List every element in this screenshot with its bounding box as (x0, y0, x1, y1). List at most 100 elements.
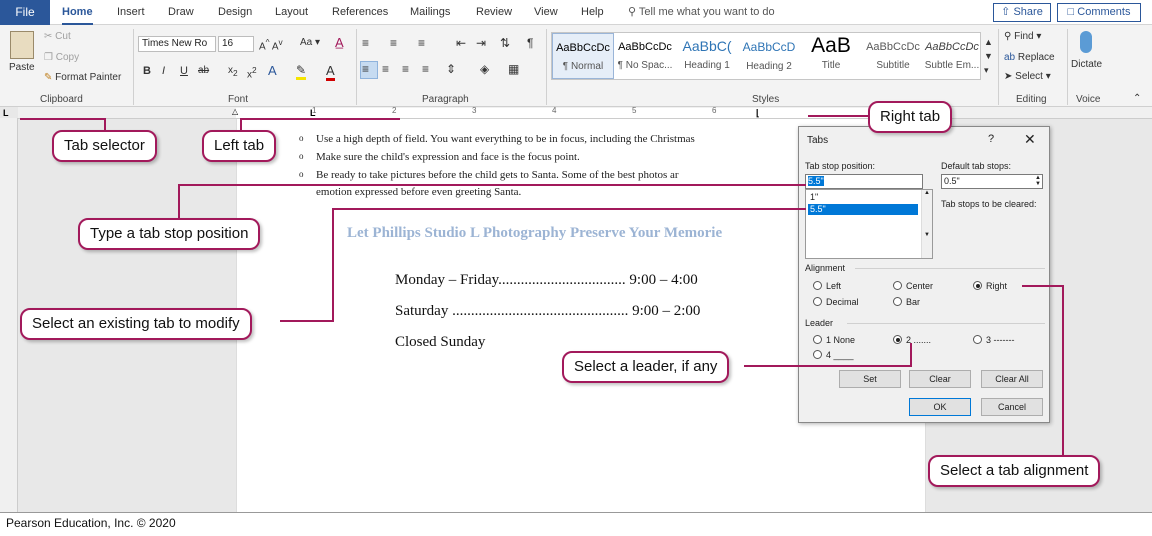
sort-icon[interactable]: ⇅ (500, 36, 510, 50)
radio-left[interactable] (813, 281, 822, 290)
tab-home[interactable]: Home (62, 0, 93, 25)
bold-icon[interactable]: B (143, 65, 151, 77)
radio-leader-dashes[interactable] (973, 335, 982, 344)
font-color-icon[interactable]: A (326, 63, 335, 81)
align-right-icon[interactable]: ≡ (402, 62, 409, 76)
styles-gallery: AaBbCcDc ¶ Normal AaBbCcDc ¶ No Spac... … (551, 32, 981, 80)
tab-layout[interactable]: Layout (275, 0, 308, 25)
list-item[interactable]: 5.5" (808, 204, 918, 215)
style-subtitle[interactable]: AaBbCcDc Subtitle (862, 33, 924, 79)
callout-tab-selector: Tab selector (52, 130, 157, 162)
paste-icon[interactable] (10, 31, 34, 59)
superscript-icon[interactable]: x2 (247, 65, 257, 80)
change-case-icon[interactable]: Aa ▾ (300, 37, 320, 48)
gallery-scroll-icon[interactable]: ▲ ▼ ▾ (984, 35, 993, 77)
tab-review[interactable]: Review (476, 0, 512, 25)
tab-insert[interactable]: Insert (117, 0, 145, 25)
style-no-spacing[interactable]: AaBbCcDc ¶ No Spac... (614, 33, 676, 79)
pilcrow-icon[interactable]: ¶ (527, 36, 533, 50)
format-painter-button[interactable]: ✎ Format Painter (44, 72, 121, 83)
group-label-voice: Voice (1076, 94, 1101, 105)
clear-all-button[interactable]: Clear All (981, 370, 1043, 388)
tab-draw[interactable]: Draw (168, 0, 194, 25)
radio-leader-underline[interactable] (813, 350, 822, 359)
multilevel-list-icon[interactable]: ≡ (418, 36, 425, 50)
tab-mailings[interactable]: Mailings (410, 0, 450, 25)
paste-button[interactable]: Paste (9, 62, 35, 73)
share-button[interactable]: ⇧ Share (993, 3, 1051, 22)
callout-right-tab: Right tab (868, 101, 953, 133)
spinner-icon[interactable]: ▲ ▼ (1035, 175, 1041, 187)
right-tab-marker[interactable]: ⌊ (756, 108, 760, 119)
radio-bar[interactable] (893, 297, 902, 306)
subscript-icon[interactable]: x2 (228, 65, 238, 78)
clear-button[interactable]: Clear (909, 370, 971, 388)
style-heading-2[interactable]: AaBbCcD Heading 2 (738, 33, 800, 79)
style-preview: AaBbC( (682, 38, 732, 54)
style-name: Heading 2 (746, 61, 792, 72)
horizontal-ruler[interactable]: 1 2 3 4 5 6 L ⌊ △ (18, 106, 1152, 119)
style-normal[interactable]: AaBbCcDc ¶ Normal (552, 33, 614, 79)
list-item-continuation: emotion expressed before even greeting S… (316, 186, 522, 198)
copy-button[interactable]: ❐ Copy (44, 52, 79, 63)
cut-button[interactable]: ✂ Cut (44, 31, 71, 42)
strikethrough-icon[interactable]: ab (198, 65, 209, 76)
style-subtle-emphasis[interactable]: AaBbCcDc Subtle Em... (924, 33, 980, 79)
microphone-icon[interactable] (1080, 31, 1092, 53)
select-button[interactable]: ➤ Select ▾ (1004, 71, 1051, 82)
close-icon[interactable]: ✕ (1024, 131, 1036, 148)
align-left-icon: ≡ (362, 62, 370, 76)
grow-font-icon[interactable]: A^ Av (259, 37, 283, 52)
tab-stop-position-input[interactable]: 5.5" (805, 174, 923, 189)
dictate-button[interactable]: Dictate (1071, 59, 1102, 70)
help-icon[interactable]: ? (988, 133, 994, 145)
comments-button[interactable]: □ Comments (1057, 3, 1141, 22)
font-name-combo[interactable]: Times New Ro (138, 36, 216, 52)
ok-button[interactable]: OK (909, 398, 971, 416)
cancel-button[interactable]: Cancel (981, 398, 1043, 416)
increase-indent-icon[interactable]: ⇥ (476, 36, 486, 50)
cursor-icon: ➤ (1004, 71, 1013, 82)
tab-references[interactable]: References (332, 0, 388, 25)
radio-right[interactable] (973, 281, 982, 290)
shading-icon[interactable]: ◈ (480, 62, 489, 76)
decrease-indent-icon[interactable]: ⇤ (456, 36, 466, 50)
tab-stop-list[interactable]: 1" 5.5" ▲ ▼ (805, 189, 933, 259)
tab-view[interactable]: View (534, 0, 558, 25)
radio-leader-none[interactable] (813, 335, 822, 344)
tell-me-box[interactable]: ⚲ Tell me what you want to do (628, 0, 775, 25)
tab-help[interactable]: Help (581, 0, 604, 25)
chevron-down-icon: ▾ (1045, 71, 1051, 82)
default-tab-stops-input[interactable]: 0.5" ▲ ▼ (941, 174, 1043, 189)
replace-button[interactable]: ab Replace (1004, 52, 1055, 63)
scrollbar[interactable]: ▲ ▼ (921, 190, 932, 258)
line-spacing-icon[interactable]: ⇕ (446, 62, 456, 76)
list-item[interactable]: 1" (808, 192, 918, 203)
collapse-ribbon-icon[interactable]: ⌃ (1133, 93, 1141, 104)
radio-leader-none-label: 1 None (826, 335, 856, 345)
borders-icon[interactable]: ▦ (508, 62, 519, 76)
text-effects-icon[interactable]: A (268, 63, 277, 78)
tab-file[interactable]: File (0, 0, 50, 25)
numbering-icon[interactable]: ≡ (390, 36, 397, 50)
tab-selector-button[interactable]: L (3, 108, 15, 118)
font-size-combo[interactable]: 16 (218, 36, 254, 52)
set-button[interactable]: Set (839, 370, 901, 388)
left-tab-marker[interactable]: L (310, 108, 316, 118)
tab-design[interactable]: Design (218, 0, 252, 25)
style-heading-1[interactable]: AaBbC( Heading 1 (676, 33, 738, 79)
find-button[interactable]: ⚲ Find ▾ (1004, 31, 1041, 42)
radio-decimal[interactable] (813, 297, 822, 306)
bullets-icon[interactable]: ≡ (362, 36, 369, 50)
italic-icon[interactable]: I (162, 65, 165, 77)
clear-formatting-icon[interactable]: A̲ (335, 35, 344, 50)
radio-leader-dots[interactable] (893, 335, 902, 344)
style-title[interactable]: AaB Title (800, 33, 862, 79)
highlight-icon[interactable]: ✎ (296, 63, 307, 80)
underline-icon[interactable]: U (180, 65, 188, 77)
radio-center[interactable] (893, 281, 902, 290)
align-center-icon[interactable]: ≡ (382, 62, 389, 76)
style-name: ¶ No Spac... (617, 60, 673, 71)
indent-marker-icon[interactable]: △ (232, 107, 238, 116)
justify-icon[interactable]: ≡ (422, 62, 429, 76)
